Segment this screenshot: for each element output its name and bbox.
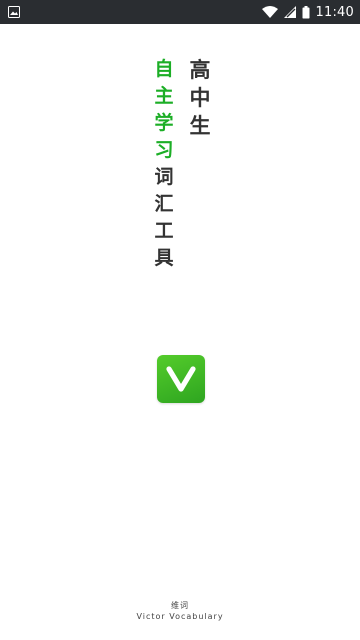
slogan-char: 具 [154, 247, 174, 269]
image-icon [8, 6, 20, 18]
title-char: 中 [189, 85, 211, 110]
slogan-char: 习 [154, 139, 174, 161]
app-logo [157, 355, 205, 403]
status-bar: 11:40 [0, 0, 360, 24]
title-char: 高 [189, 57, 211, 82]
footer-app-name-en: Victor Vocabulary [136, 612, 224, 621]
wifi-icon [261, 6, 278, 18]
footer-app-name-cn: 维词 [171, 601, 189, 610]
slogan-char: 词 [154, 166, 174, 188]
status-icons: 11:40 [261, 0, 354, 24]
v-logo-icon [166, 366, 196, 392]
battery-icon [302, 5, 310, 18]
slogan-char: 学 [154, 112, 174, 134]
slogan-char: 自 [154, 58, 174, 80]
cell-signal-icon [283, 6, 296, 18]
slogan: 自 主 学 习 词 汇 工 具 [152, 56, 176, 272]
slogan-char: 汇 [154, 193, 174, 215]
status-time: 11:40 [315, 4, 354, 20]
slogan-char: 工 [154, 220, 174, 242]
app-title: 高 中 生 [188, 56, 212, 140]
title-char: 生 [189, 113, 211, 138]
slogan-char: 主 [154, 85, 174, 107]
